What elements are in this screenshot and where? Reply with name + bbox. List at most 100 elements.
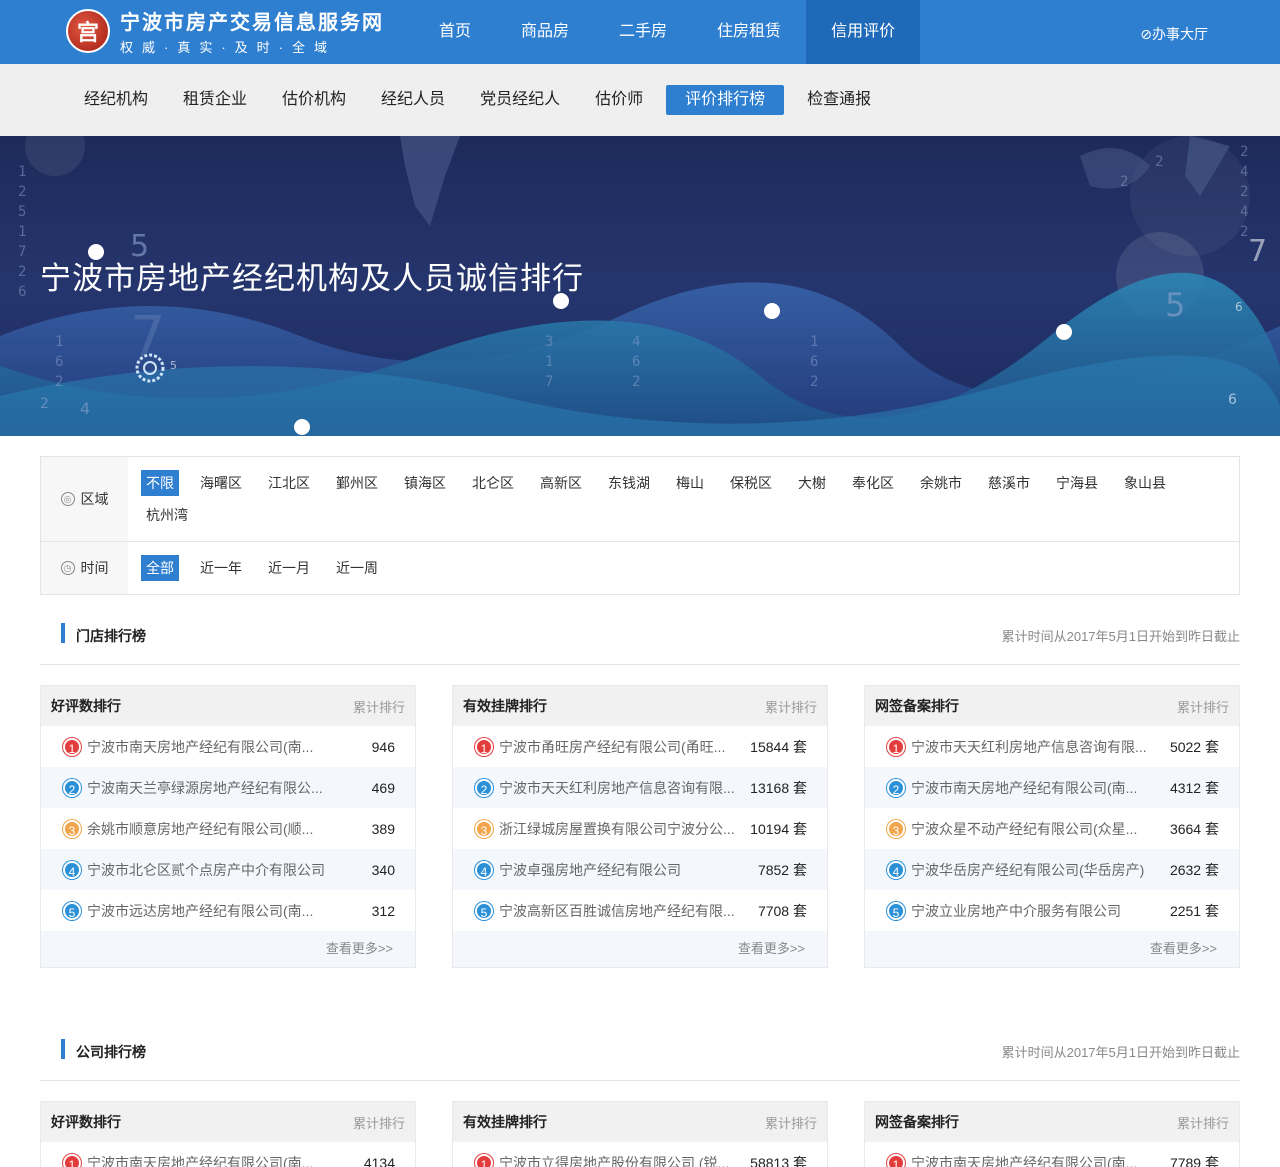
ranking-row[interactable]: 5 宁波市远达房地产经纪有限公司(南... 312: [41, 890, 415, 931]
svg-text:6: 6: [810, 354, 818, 370]
nav-rental[interactable]: 住房租赁: [692, 0, 806, 64]
ranking-row[interactable]: 1 宁波市立得房地产股份有限公司 (锐... 58813 套: [453, 1142, 827, 1167]
ranking-row[interactable]: 3 宁波众星不动产经纪有限公司(众星... 3664 套: [865, 808, 1239, 849]
company-name[interactable]: 宁波南天兰亭绿源房地产经纪有限公...: [87, 778, 358, 798]
region-option[interactable]: 镇海区: [399, 470, 451, 496]
nav-credit-rating[interactable]: 信用评价: [806, 0, 921, 64]
region-option[interactable]: 大榭: [793, 470, 831, 496]
svg-text:2: 2: [1240, 184, 1248, 200]
subnav-agencies[interactable]: 经纪机构: [72, 85, 160, 115]
company-name[interactable]: 宁波高新区百胜诚信房地产经纪有限...: [499, 901, 744, 921]
ranking-row[interactable]: 1 宁波市天天红利房地产信息咨询有限... 5022 套: [865, 726, 1239, 767]
region-option[interactable]: 海曙区: [195, 470, 247, 496]
company-name[interactable]: 宁波市天天红利房地产信息咨询有限...: [499, 778, 736, 798]
svg-text:2: 2: [632, 374, 640, 390]
region-option[interactable]: 北仑区: [467, 470, 519, 496]
company-name[interactable]: 宁波市南天房地产经纪有限公司(南...: [911, 1153, 1156, 1167]
company-name[interactable]: 宁波卓强房地产经纪有限公司: [499, 860, 744, 880]
region-option[interactable]: 鄞州区: [331, 470, 383, 496]
svg-text:2: 2: [18, 264, 26, 280]
region-option[interactable]: 余姚市: [915, 470, 967, 496]
board-subtitle: 累计排行: [1176, 1115, 1229, 1131]
rank-value: 469: [371, 779, 395, 796]
company-name[interactable]: 浙江绿城房屋置换有限公司宁波分公...: [499, 819, 736, 839]
subnav-appraisers[interactable]: 估价师: [583, 85, 655, 115]
ranking-row[interactable]: 2 宁波市天天红利房地产信息咨询有限... 13168 套: [453, 767, 827, 808]
rank-value: 340: [371, 861, 395, 878]
store-boards: 好评数排行 累计排行 1 宁波市南天房地产经纪有限公司(南... 946 2 宁波南天兰…: [40, 685, 1240, 968]
region-option-all[interactable]: 不限: [141, 470, 179, 496]
subnav-party-agents[interactable]: 党员经纪人: [468, 85, 572, 115]
ranking-row[interactable]: 3 浙江绿城房屋置换有限公司宁波分公... 10194 套: [453, 808, 827, 849]
company-name[interactable]: 宁波市远达房地产经纪有限公司(南...: [87, 901, 358, 921]
ranking-row[interactable]: 5 宁波高新区百胜诚信房地产经纪有限... 7708 套: [453, 890, 827, 931]
company-name[interactable]: 宁波市南天房地产经纪有限公司(南...: [87, 1153, 350, 1167]
ranking-row[interactable]: 4 宁波卓强房地产经纪有限公司 7852 套: [453, 849, 827, 890]
company-name[interactable]: 宁波市南天房地产经纪有限公司(南...: [87, 737, 358, 757]
service-hall-link[interactable]: ⊘办事大厅: [1140, 24, 1208, 44]
ranking-row[interactable]: 1 宁波市甬旺房产经纪有限公司(甬旺... 15844 套: [453, 726, 827, 767]
region-option[interactable]: 梅山: [671, 470, 709, 496]
company-name[interactable]: 宁波立业房地产中介服务有限公司: [911, 901, 1156, 921]
region-option[interactable]: 东钱湖: [603, 470, 655, 496]
region-option[interactable]: 宁海县: [1051, 470, 1103, 496]
time-option-all[interactable]: 全部: [141, 555, 179, 581]
banner-title: 宁波市房地产经纪机构及人员诚信排行: [40, 261, 584, 296]
svg-text:7: 7: [18, 244, 26, 260]
ranking-row[interactable]: 4 宁波市北仑区贰个点房产中介有限公司 340: [41, 849, 415, 890]
ranking-row[interactable]: 5 宁波立业房地产中介服务有限公司 2251 套: [865, 890, 1239, 931]
board-subtitle: 累计排行: [1176, 699, 1229, 715]
time-option[interactable]: 近一年: [195, 555, 247, 581]
company-boards: 好评数排行 累计排行 1 宁波市南天房地产经纪有限公司(南... 4134 有效挂牌排…: [40, 1101, 1240, 1167]
time-option[interactable]: 近一月: [263, 555, 315, 581]
ranking-row[interactable]: 3 余姚市顺意房地产经纪有限公司(顺... 389: [41, 808, 415, 849]
ranking-row[interactable]: 2 宁波市南天房地产经纪有限公司(南... 4312 套: [865, 767, 1239, 808]
subnav-rental-companies[interactable]: 租赁企业: [171, 85, 259, 115]
ranking-row[interactable]: 2 宁波南天兰亭绿源房地产经纪有限公... 469: [41, 767, 415, 808]
nav-new-homes[interactable]: 商品房: [496, 0, 594, 64]
view-more-link[interactable]: 查看更多>>: [41, 931, 415, 967]
site-logo[interactable]: 宫 宁波市房产交易信息服务网 权威·真实·及时·全域: [66, 6, 384, 56]
company-name[interactable]: 宁波市天天红利房地产信息咨询有限...: [911, 737, 1156, 757]
region-option[interactable]: 保税区: [725, 470, 777, 496]
region-option[interactable]: 象山县: [1119, 470, 1171, 496]
company-name[interactable]: 宁波市南天房地产经纪有限公司(南...: [911, 778, 1156, 798]
subnav-appraisal-agencies[interactable]: 估价机构: [270, 85, 358, 115]
nav-home[interactable]: 首页: [414, 0, 496, 64]
section-note: 累计时间从2017年5月1日开始到昨日截止: [1001, 1045, 1240, 1060]
main-nav: 首页 商品房 二手房 住房租赁 信用评价: [414, 0, 921, 64]
region-option[interactable]: 慈溪市: [983, 470, 1035, 496]
region-option[interactable]: 杭州湾: [141, 502, 193, 528]
view-more-link[interactable]: 查看更多>>: [453, 931, 827, 967]
company-name[interactable]: 宁波市甬旺房产经纪有限公司(甬旺...: [499, 737, 736, 757]
ranking-row[interactable]: 1 宁波市南天房地产经纪有限公司(南... 946: [41, 726, 415, 767]
store-ranking-header: 门店排行榜 累计时间从2017年5月1日开始到昨日截止: [40, 607, 1240, 665]
svg-text:2: 2: [18, 184, 26, 200]
company-name[interactable]: 宁波市北仑区贰个点房产中介有限公司: [87, 860, 358, 880]
nav-second-hand[interactable]: 二手房: [594, 0, 692, 64]
company-name[interactable]: 宁波华岳房产经纪有限公司(华岳房产): [911, 860, 1156, 880]
company-name[interactable]: 余姚市顺意房地产经纪有限公司(顺...: [87, 819, 358, 839]
company-name[interactable]: 宁波众星不动产经纪有限公司(众星...: [911, 819, 1156, 839]
svg-text:6: 6: [1228, 392, 1237, 408]
ranking-board: 网签备案排行 累计排行 1 宁波市南天房地产经纪有限公司(南... 7789 套: [864, 1101, 1240, 1167]
company-name[interactable]: 宁波市立得房地产股份有限公司 (锐...: [499, 1153, 736, 1167]
ranking-row[interactable]: 1 宁波市南天房地产经纪有限公司(南... 7789 套: [865, 1142, 1239, 1167]
time-option[interactable]: 近一周: [331, 555, 383, 581]
ranking-row[interactable]: 4 宁波华岳房产经纪有限公司(华岳房产) 2632 套: [865, 849, 1239, 890]
ranking-row[interactable]: 1 宁波市南天房地产经纪有限公司(南... 4134: [41, 1142, 415, 1167]
view-more-link[interactable]: 查看更多>>: [865, 931, 1239, 967]
rank-badge: 5: [887, 901, 905, 920]
subnav-agents[interactable]: 经纪人员: [369, 85, 457, 115]
svg-text:2: 2: [1155, 154, 1163, 170]
clock-icon: ◷: [60, 561, 75, 575]
ranking-board: 有效挂牌排行 累计排行 1 宁波市立得房地产股份有限公司 (锐... 58813 套: [452, 1101, 828, 1167]
region-option[interactable]: 奉化区: [847, 470, 899, 496]
subnav-rankings[interactable]: 评价排行榜: [666, 85, 785, 115]
region-option[interactable]: 江北区: [263, 470, 315, 496]
top-navbar: 宫 宁波市房产交易信息服务网 权威·真实·及时·全域 首页 商品房 二手房 住房…: [0, 0, 1280, 64]
rank-badge: 1: [63, 737, 81, 756]
region-option[interactable]: 高新区: [535, 470, 587, 496]
sub-nav: 经纪机构 租赁企业 估价机构 经纪人员 党员经纪人 估价师 评价排行榜 检查通报: [0, 64, 1280, 136]
subnav-inspection-reports[interactable]: 检查通报: [795, 85, 883, 115]
